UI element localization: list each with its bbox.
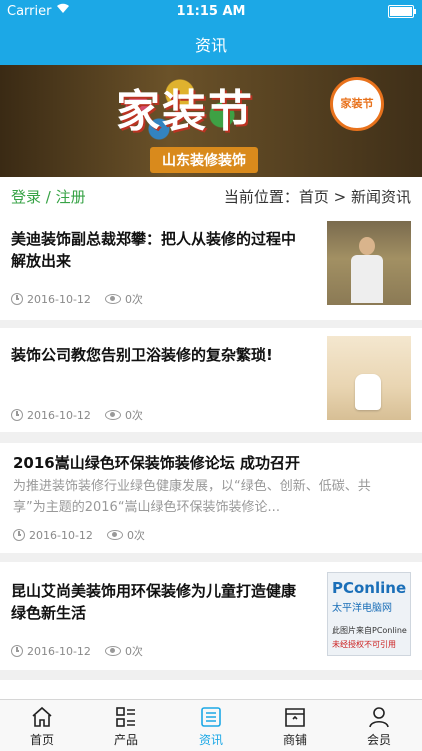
grid-list-icon xyxy=(114,706,138,728)
tab-bar: 首页 产品 资讯 商铺 会员 xyxy=(0,699,422,751)
tab-label: 首页 xyxy=(29,733,54,747)
article-title: 装饰公司教您告别卫浴装修的复杂繁琐! xyxy=(11,344,273,366)
article-meta: 2016-10-12 0次 xyxy=(11,643,143,659)
article-date: 2016-10-12 xyxy=(27,645,91,658)
clock-icon xyxy=(13,529,25,541)
article-summary: 为推进装饰装修行业绿色健康发展，以“绿色、创新、低碳、共 享”为主题的2016“… xyxy=(13,476,408,518)
tab-label: 商铺 xyxy=(282,733,307,747)
article-item[interactable]: 昆山艾尚美装饰用环保装修为儿童打造健康 绿色新生活 2016-10-12 0次 P… xyxy=(0,562,422,670)
breadcrumb-bar: 登录 / 注册 当前位置：首页 > 新闻资讯 xyxy=(0,177,422,212)
thumb-caption: 此图片来自PConline xyxy=(332,626,407,635)
eye-icon xyxy=(104,294,121,304)
bathroom-photo xyxy=(355,374,381,410)
battery-icon xyxy=(388,5,416,18)
auth-links: 登录 / 注册 xyxy=(11,186,86,207)
tab-products[interactable]: 产品 xyxy=(84,700,168,751)
tab-label: 会员 xyxy=(366,733,391,747)
eye-icon xyxy=(104,410,121,420)
user-icon xyxy=(367,706,391,728)
article-item[interactable]: 装饰公司教您告别卫浴装修的复杂繁琐! 2016-10-12 0次 xyxy=(0,328,422,432)
banner-ribbon: 山东装修装饰 xyxy=(150,147,258,173)
article-title: 美迪装饰副总裁郑攀：把人从装修的过程中 解放出来 xyxy=(11,228,296,272)
banner-headline: 家装节 xyxy=(116,86,254,137)
article-meta: 2016-10-12 0次 xyxy=(11,407,143,423)
promo-banner[interactable]: 家装节 山东装修装饰 家装节 xyxy=(0,65,422,177)
page-title: 资讯 xyxy=(194,36,227,55)
article-summary-line: 为推进装饰装修行业绿色健康发展，以“绿色、创新、低碳、共 xyxy=(13,479,371,494)
article-title-line: 绿色新生活 xyxy=(11,604,87,622)
banner-logo-text: 家装节 xyxy=(340,97,374,110)
article-title-line: 昆山艾尚美装饰用环保装修为儿童打造健康 xyxy=(11,582,297,600)
clock-icon xyxy=(11,409,23,421)
article-thumbnail xyxy=(327,336,411,420)
banner-logo: 家装节 xyxy=(330,77,384,131)
article-date: 2016-10-12 xyxy=(29,529,93,542)
article-title-line: 2016嵩山绿色环保装饰装修论坛 成功召开 xyxy=(13,454,300,472)
tab-news[interactable]: 资讯 xyxy=(169,700,253,751)
article-date: 2016-10-12 xyxy=(27,293,91,306)
article-views: 0次 xyxy=(124,409,143,422)
article-title: 昆山艾尚美装饰用环保装修为儿童打造健康 绿色新生活 xyxy=(11,580,296,624)
article-views: 0次 xyxy=(124,645,143,658)
news-icon xyxy=(199,706,223,728)
article-item[interactable]: 2016嵩山绿色环保装饰装修论坛 成功召开 为推进装饰装修行业绿色健康发展，以“… xyxy=(0,443,422,553)
clock-time: 11:15 AM xyxy=(176,4,246,19)
thumb-sub: 太平洋电脑网 xyxy=(332,603,392,614)
article-meta: 2016-10-12 0次 xyxy=(11,291,143,307)
home-icon xyxy=(30,706,54,728)
tab-label: 资讯 xyxy=(198,733,223,747)
tab-shops[interactable]: 商铺 xyxy=(253,700,337,751)
article-title-line: 美迪装饰副总裁郑攀：把人从装修的过程中 xyxy=(11,230,297,248)
article-meta: 2016-10-12 0次 xyxy=(13,527,145,543)
article-item[interactable]: 美迪装饰副总裁郑攀：把人从装修的过程中 解放出来 2016-10-12 0次 xyxy=(0,212,422,320)
person-photo xyxy=(351,237,383,303)
eye-icon xyxy=(106,530,123,540)
article-views: 0次 xyxy=(124,293,143,306)
tab-member[interactable]: 会员 xyxy=(337,700,421,751)
article-summary-line: 享”为主题的2016“嵩山绿色环保装饰装修论... xyxy=(13,500,280,515)
article-date: 2016-10-12 xyxy=(27,409,91,422)
article-title: 2016嵩山绿色环保装饰装修论坛 成功召开 xyxy=(13,452,300,474)
shop-icon xyxy=(283,706,307,728)
article-title-line: 装饰公司教您告别卫浴装修的复杂繁琐! xyxy=(11,346,273,364)
breadcrumb: 当前位置：首页 > 新闻资讯 xyxy=(223,188,411,206)
thumb-brand: PConline xyxy=(332,579,407,597)
article-views: 0次 xyxy=(126,529,145,542)
article-thumbnail: PConline 太平洋电脑网 此图片来自PConline 未经授权不可引用 xyxy=(327,572,411,656)
clock-icon xyxy=(11,293,23,305)
article-item[interactable] xyxy=(0,680,422,699)
register-link[interactable]: 注册 xyxy=(56,188,86,206)
status-bar: Carrier 11:15 AM xyxy=(0,0,422,22)
clock-icon xyxy=(11,645,23,657)
article-thumbnail xyxy=(327,221,411,305)
eye-icon xyxy=(104,646,121,656)
tab-label: 产品 xyxy=(113,733,138,747)
auth-separator: / xyxy=(41,188,56,206)
top-bar: Carrier 11:15 AM 资讯 xyxy=(0,0,422,65)
tab-home[interactable]: 首页 xyxy=(0,700,84,751)
article-title-line: 解放出来 xyxy=(11,252,72,270)
thumb-note: 未经授权不可引用 xyxy=(332,640,396,649)
login-link[interactable]: 登录 xyxy=(11,188,41,206)
